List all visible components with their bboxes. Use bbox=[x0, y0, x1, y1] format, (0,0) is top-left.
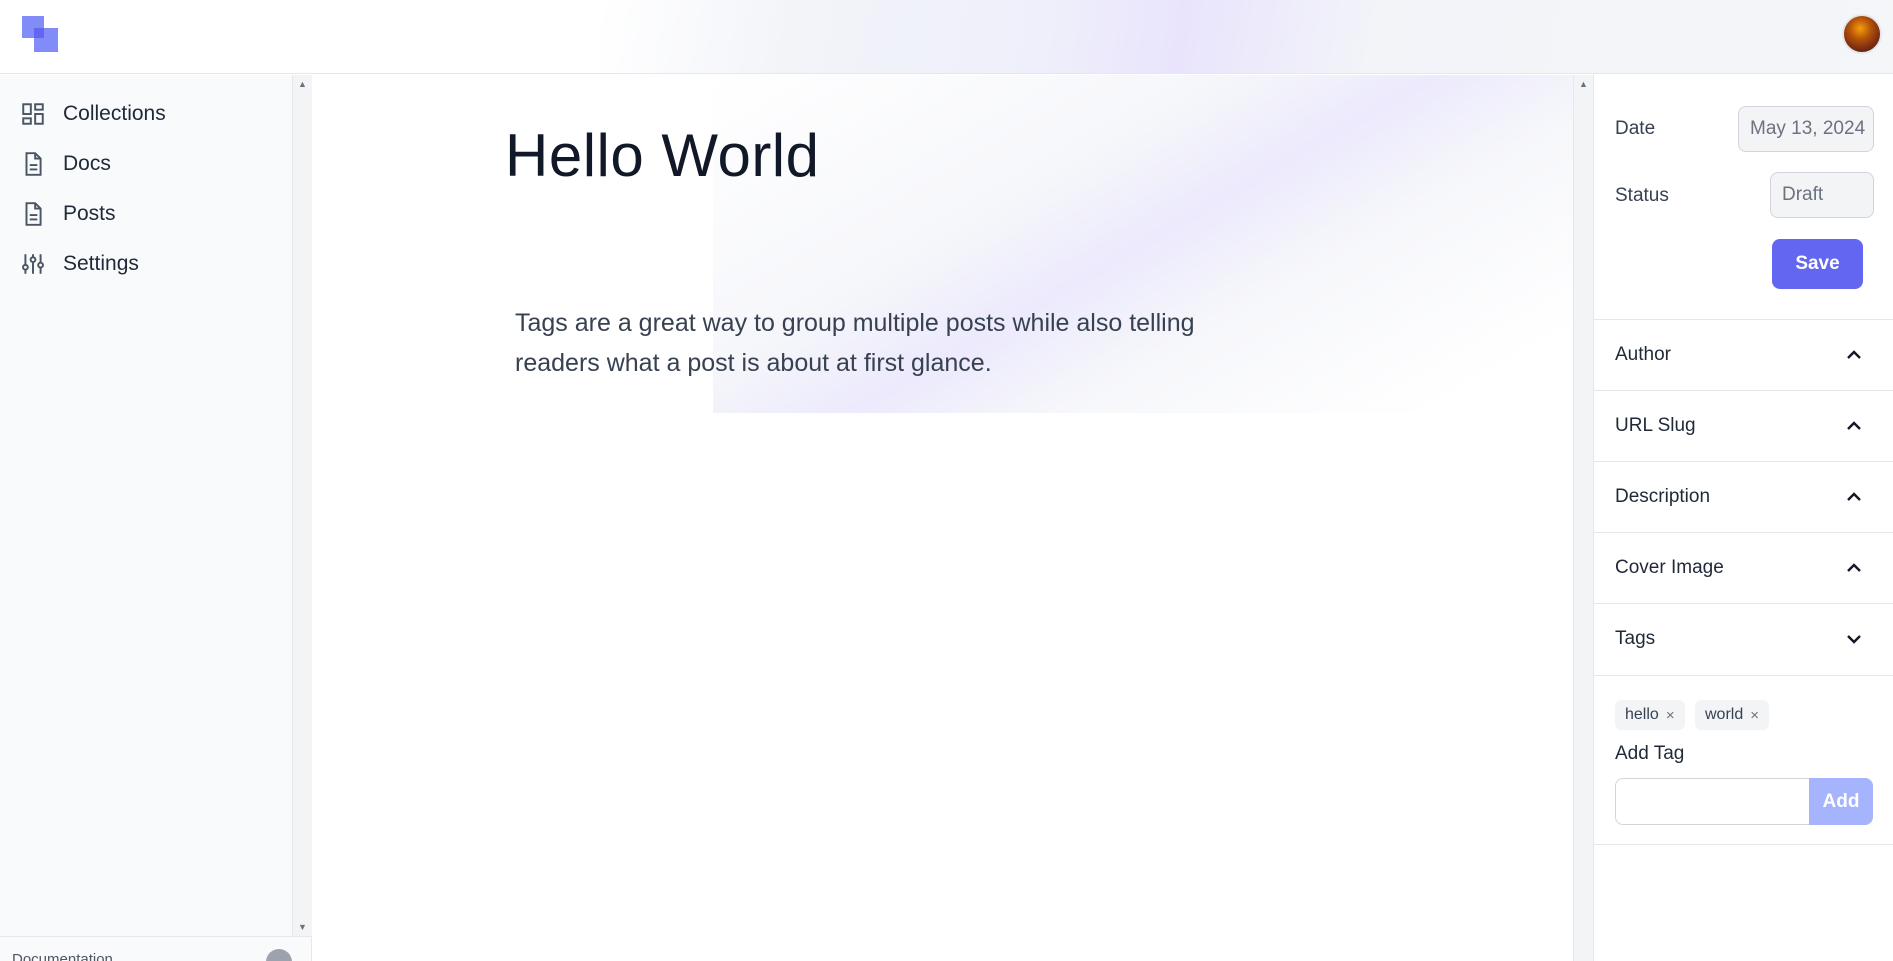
sidebar-scrollbar[interactable]: ▲ ▼ bbox=[292, 75, 312, 936]
scroll-up-arrow-icon[interactable]: ▲ bbox=[298, 79, 307, 89]
section-label: Cover Image bbox=[1615, 557, 1724, 578]
tag-label: hello bbox=[1625, 706, 1659, 723]
section-author[interactable]: Author bbox=[1594, 319, 1893, 391]
section-label: Author bbox=[1615, 344, 1671, 365]
sidebar-item-posts[interactable]: Posts bbox=[0, 189, 292, 239]
top-header bbox=[0, 0, 1893, 74]
editor-scrollbar[interactable]: ▲ bbox=[1573, 75, 1593, 961]
add-tag-input[interactable] bbox=[1615, 778, 1810, 825]
tag-chip: world × bbox=[1695, 700, 1769, 730]
sidebar-item-docs[interactable]: Docs bbox=[0, 139, 292, 189]
logo-squares-icon[interactable] bbox=[22, 16, 60, 54]
status-select[interactable]: Draft bbox=[1770, 172, 1874, 218]
editor-area: Hello World Tags are a great way to grou… bbox=[313, 75, 1573, 961]
section-cover-image[interactable]: Cover Image bbox=[1594, 532, 1893, 604]
github-icon[interactable] bbox=[266, 949, 292, 961]
chevron-up-icon[interactable] bbox=[1844, 416, 1864, 436]
scroll-up-arrow-icon[interactable]: ▲ bbox=[1579, 79, 1588, 89]
chevron-up-icon[interactable] bbox=[1844, 487, 1864, 507]
document-icon bbox=[25, 152, 42, 176]
chevron-up-icon[interactable] bbox=[1844, 345, 1864, 365]
tags-editor: hello × world × Add Tag Add bbox=[1594, 675, 1893, 845]
add-tag-button[interactable]: Add bbox=[1809, 778, 1873, 825]
settings-panel: Date May 13, 2024 Status Draft Save Auth… bbox=[1593, 75, 1893, 961]
date-label: Date bbox=[1615, 118, 1656, 139]
sidebar-item-label: Collections bbox=[63, 102, 166, 125]
sidebar-item-settings[interactable]: Settings bbox=[0, 239, 292, 289]
scroll-down-arrow-icon[interactable]: ▼ bbox=[298, 922, 307, 932]
sidebar-footer: Documentation bbox=[0, 936, 312, 961]
status-label: Status bbox=[1615, 185, 1669, 206]
date-field[interactable]: May 13, 2024 bbox=[1738, 106, 1874, 152]
header-gradient bbox=[600, 0, 1893, 73]
tag-chip: hello × bbox=[1615, 700, 1685, 730]
save-button[interactable]: Save bbox=[1772, 239, 1863, 289]
post-body[interactable]: Tags are a great way to group multiple p… bbox=[515, 303, 1275, 383]
section-url-slug[interactable]: URL Slug bbox=[1594, 390, 1893, 462]
documentation-link[interactable]: Documentation bbox=[12, 951, 113, 961]
remove-tag-icon[interactable]: × bbox=[1666, 707, 1675, 724]
document-icon bbox=[25, 202, 42, 226]
page-title[interactable]: Hello World bbox=[505, 121, 820, 190]
sidebar-item-label: Posts bbox=[63, 202, 116, 225]
section-label: URL Slug bbox=[1615, 415, 1696, 436]
tag-label: world bbox=[1705, 706, 1744, 723]
section-description[interactable]: Description bbox=[1594, 461, 1893, 533]
section-label: Tags bbox=[1615, 628, 1656, 649]
grid-dashboard-icon bbox=[22, 103, 44, 125]
sliders-icon bbox=[22, 254, 44, 274]
section-label: Description bbox=[1615, 486, 1711, 507]
sidebar-item-label: Docs bbox=[63, 152, 111, 175]
sidebar-item-label: Settings bbox=[63, 252, 139, 275]
user-avatar[interactable] bbox=[1842, 14, 1882, 54]
chevron-up-icon[interactable] bbox=[1844, 558, 1864, 578]
add-tag-label: Add Tag bbox=[1615, 743, 1685, 764]
sidebar-item-collections[interactable]: Collections bbox=[0, 89, 292, 139]
sidebar: Collections Docs Posts Settings ▲ ▼ Docu… bbox=[0, 75, 312, 961]
remove-tag-icon[interactable]: × bbox=[1750, 707, 1759, 724]
chevron-down-icon[interactable] bbox=[1844, 629, 1864, 649]
section-tags[interactable]: Tags bbox=[1594, 603, 1893, 675]
